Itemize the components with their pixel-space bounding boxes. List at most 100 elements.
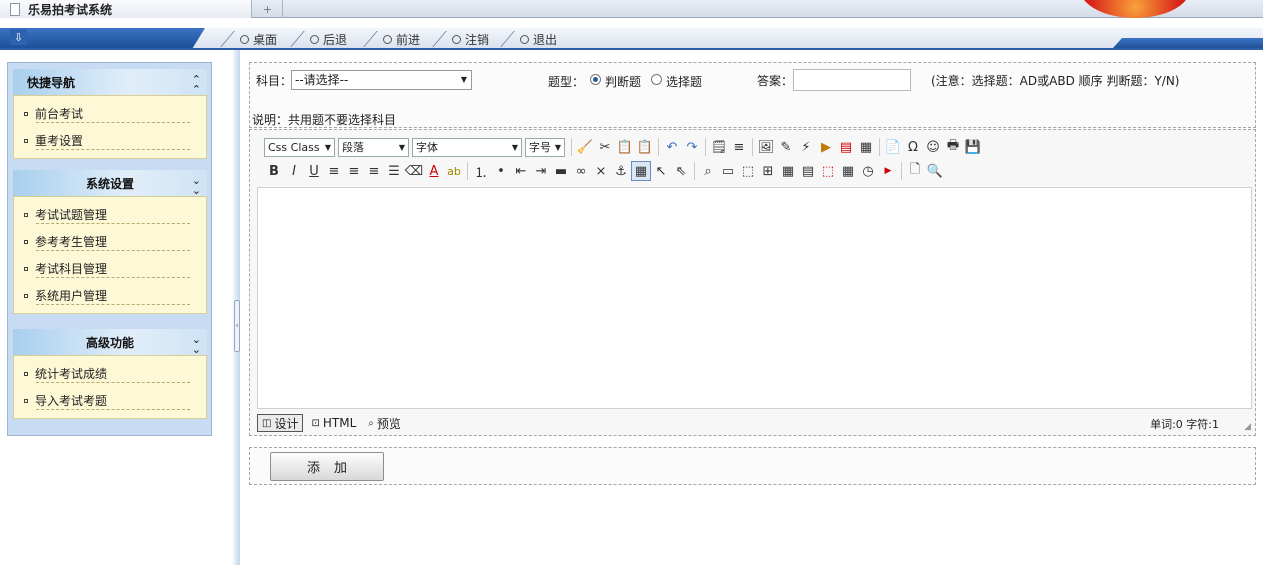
paste-icon[interactable]: 📋 <box>615 137 635 157</box>
align-center-icon[interactable]: ≡ <box>344 161 364 181</box>
nav-desktop[interactable]: 桌面 <box>201 31 277 47</box>
tab-title: 乐易拍考试系统 <box>28 2 113 17</box>
font-select[interactable]: 字体 ▼ <box>412 137 522 157</box>
tab-exam-system[interactable]: 乐易拍考试系统 <box>0 0 252 18</box>
ordered-list-icon[interactable]: ⒈ <box>471 161 491 181</box>
align-left-icon[interactable]: ≡ <box>324 161 344 181</box>
youtube-icon[interactable]: ▶ <box>878 161 898 181</box>
rich-text-editor: Css Class ▼ 段落 ▼ 字体 ▼ 字号 ▼ 🧹 ✂ 📋 📋 ↶ ↷ 🗒 ≡ 🖼… <box>249 129 1256 436</box>
redo-icon[interactable]: ↷ <box>682 137 702 157</box>
nav-logout[interactable]: 注销 <box>413 31 489 47</box>
group-header[interactable]: 高级功能 ⌄ ⌄ <box>13 329 207 355</box>
table-properties-icon[interactable]: ▤ <box>798 161 818 181</box>
circle-icon <box>452 34 461 44</box>
outdent-icon[interactable]: ⇤ <box>511 161 531 181</box>
media-icon[interactable]: ▶ <box>816 137 836 157</box>
sidebar-item-subjects[interactable]: 考试科目管理 <box>14 255 206 282</box>
sidebar-collapse-handle[interactable]: ‹ <box>234 300 240 352</box>
italic-icon[interactable]: I <box>284 161 304 181</box>
group-header[interactable]: 系统设置 ⌄ ⌄ <box>13 170 207 196</box>
paragraph-value: 段落 <box>342 140 364 154</box>
edit-image-icon[interactable]: ✎ <box>776 137 796 157</box>
table-grid-icon[interactable]: ▦ <box>631 161 651 181</box>
select-pointer-icon[interactable]: ↖ <box>651 161 671 181</box>
link-icon[interactable]: ∞ <box>571 161 591 181</box>
date-icon[interactable]: ▦ <box>838 161 858 181</box>
cut-icon[interactable]: ✂ <box>595 137 615 157</box>
image-icon[interactable]: 🖼 <box>756 137 776 157</box>
chevron-up-icon[interactable]: ⌃ ⌃ <box>192 74 201 95</box>
spellcheck-icon[interactable]: 🗒 <box>709 137 729 157</box>
find-icon[interactable]: ⌕ <box>698 161 718 181</box>
resize-grip-icon[interactable]: ◢ <box>1244 422 1251 432</box>
indent-icon[interactable]: ⇥ <box>531 161 551 181</box>
group-title: 高级功能 <box>85 335 134 350</box>
template-icon[interactable]: ≡ <box>729 137 749 157</box>
sidebar-item-front-exam[interactable]: 前台考试 <box>14 100 206 127</box>
table-icon[interactable]: ▦ <box>778 161 798 181</box>
document-icon <box>10 2 20 16</box>
print-icon[interactable]: 🖶 <box>943 137 963 157</box>
underline-icon[interactable]: U <box>304 161 324 181</box>
nav-back[interactable]: 后退 <box>271 31 348 47</box>
unordered-list-icon[interactable]: • <box>491 161 511 181</box>
emoticon-icon[interactable]: ☺ <box>923 137 943 157</box>
horizontal-rule-icon[interactable]: ▬ <box>551 161 571 181</box>
chevron-down-icon[interactable]: ⌄ ⌄ <box>192 334 201 355</box>
nav-forward[interactable]: 前进 <box>344 31 420 47</box>
pdf-icon[interactable]: ▤ <box>836 137 856 157</box>
nav-band-right <box>1113 38 1263 48</box>
pointer-icon[interactable]: ⇖ <box>671 161 691 181</box>
sidebar-item-import[interactable]: 导入考试考题 <box>14 387 206 414</box>
paste-text-icon[interactable]: 📋 <box>635 137 655 157</box>
time-icon[interactable]: ◷ <box>858 161 878 181</box>
layer-icon[interactable]: ⬚ <box>738 161 758 181</box>
sidebar-item-users[interactable]: 系统用户管理 <box>14 282 206 309</box>
sidebar-item-retake[interactable]: 重考设置 <box>14 127 206 154</box>
answer-input[interactable] <box>793 69 911 91</box>
font-color-icon[interactable]: A <box>424 161 444 181</box>
clean-format-icon[interactable]: 🧹 <box>575 137 595 157</box>
subject-select[interactable]: --请选择-- ▼ <box>291 70 472 90</box>
editor-content-area[interactable] <box>257 187 1252 409</box>
preview-mode-tab[interactable]: ⌕ 预览 <box>364 414 405 432</box>
html-mode-tab[interactable]: ⊡ HTML <box>307 414 360 432</box>
flash-icon[interactable]: ⚡ <box>796 137 816 157</box>
nav-exit[interactable]: 退出 <box>481 31 557 47</box>
document-icon[interactable]: ▦ <box>856 137 876 157</box>
answer-label: 答案： <box>757 74 794 88</box>
sidebar-item-questions[interactable]: 考试试题管理 <box>14 201 206 228</box>
anchor-icon[interactable]: ⚓ <box>611 161 631 181</box>
group-title: 系统设置 <box>85 176 134 191</box>
undo-icon[interactable]: ↶ <box>662 137 682 157</box>
add-button[interactable]: 添加 <box>270 452 384 481</box>
bold-icon[interactable]: B <box>264 161 284 181</box>
insert-file-icon[interactable]: 📄 <box>883 137 903 157</box>
sidebar-item-candidates[interactable]: 参考考生管理 <box>14 228 206 255</box>
box-icon[interactable]: ⬚ <box>818 161 838 181</box>
group-header[interactable]: 快捷导航 ⌃ ⌃ <box>13 69 207 95</box>
chevron-down-icon[interactable]: ⌄ ⌄ <box>192 175 201 196</box>
download-icon[interactable]: ⇩ <box>10 29 27 45</box>
eraser-icon[interactable]: ⌫ <box>404 161 424 181</box>
subject-label: 科目： <box>256 74 293 88</box>
nav-back-label: 后退 <box>323 32 348 47</box>
frame-icon[interactable]: ▭ <box>718 161 738 181</box>
paragraph-select[interactable]: 段落 ▼ <box>338 137 409 157</box>
design-mode-tab[interactable]: ◫ 设计 <box>257 414 304 432</box>
justify-icon[interactable]: ☰ <box>384 161 404 181</box>
insert-table-icon[interactable]: ⊞ <box>758 161 778 181</box>
special-char-icon[interactable]: Ω <box>903 137 923 157</box>
font-size-select[interactable]: 字号 ▼ <box>525 137 565 157</box>
new-document-icon[interactable]: 🗋 <box>905 161 925 181</box>
align-right-icon[interactable]: ≡ <box>364 161 384 181</box>
new-tab-button[interactable]: + <box>253 0 283 18</box>
sidebar-item-scores[interactable]: 统计考试成绩 <box>14 360 206 387</box>
css-class-select[interactable]: Css Class ▼ <box>264 137 335 157</box>
highlight-icon[interactable]: ab <box>444 161 464 181</box>
unlink-icon[interactable]: ⨯ <box>591 161 611 181</box>
type-radio-judge[interactable] <box>590 74 601 85</box>
save-icon[interactable]: 💾 <box>963 137 983 157</box>
zoom-icon[interactable]: 🔍 <box>925 161 945 181</box>
type-radio-choice[interactable] <box>651 74 662 85</box>
